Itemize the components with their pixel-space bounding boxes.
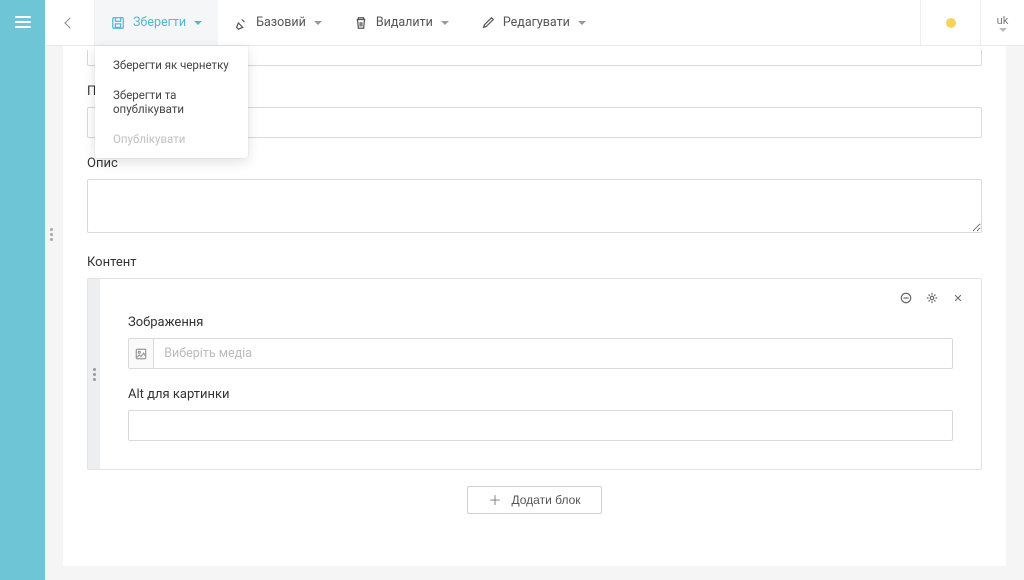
status-indicator[interactable] <box>920 0 980 45</box>
save-label: Зберегти <box>133 15 186 30</box>
field-description: Опис <box>87 156 982 237</box>
inner-add-block-row: ＋ Додати блок <box>87 486 982 514</box>
chevron-down-icon <box>314 21 322 25</box>
add-block-label: Додати блок <box>512 493 581 507</box>
media-input[interactable] <box>153 338 953 369</box>
field-alt: Alt для картинки <box>128 387 953 441</box>
language-code: uk <box>997 14 1009 27</box>
save-dropdown-button[interactable]: Зберегти <box>95 0 218 45</box>
field-content: Контент <box>87 255 982 514</box>
chevron-left-icon <box>64 17 75 28</box>
save-icon <box>111 16 125 30</box>
content-block: Зображення Alt для картинки <box>87 278 982 470</box>
delete-label: Видалити <box>376 15 433 30</box>
block-tools <box>899 291 965 305</box>
image-label: Зображення <box>128 315 953 330</box>
language-switcher[interactable]: uk <box>980 0 1024 45</box>
status-dot-icon <box>946 18 956 28</box>
alt-label: Alt для картинки <box>128 387 953 402</box>
brush-icon <box>234 16 248 30</box>
topbar: Зберегти Базовий Видалити Редагувати <box>45 0 1024 46</box>
toolbar-group: Зберегти Базовий Видалити Редагувати <box>95 0 602 45</box>
edit-dropdown-button[interactable]: Редагувати <box>465 0 602 45</box>
chevron-down-icon <box>999 28 1007 32</box>
left-rail <box>0 0 45 580</box>
description-textarea[interactable] <box>87 179 982 233</box>
media-picker <box>128 338 953 369</box>
block-close-button[interactable] <box>951 291 965 305</box>
save-dropdown-menu: Зберегти як чернетку Зберегти та опублік… <box>95 46 248 158</box>
menu-save-publish[interactable]: Зберегти та опублікувати <box>95 80 248 124</box>
basic-dropdown-button[interactable]: Базовий <box>218 0 338 45</box>
block-body: Зображення Alt для картинки <box>100 279 981 469</box>
block-settings-button[interactable] <box>925 291 939 305</box>
menu-save-draft[interactable]: Зберегти як чернетку <box>95 50 248 80</box>
trash-icon <box>354 16 368 30</box>
chevron-down-icon <box>441 21 449 25</box>
add-block-button-inner[interactable]: ＋ Додати блок <box>467 486 601 514</box>
block-drag-handle[interactable] <box>88 279 100 469</box>
alt-input[interactable] <box>128 410 953 441</box>
chevron-down-icon <box>578 21 586 25</box>
content-label: Контент <box>87 255 982 270</box>
block-collapse-button[interactable] <box>899 291 913 305</box>
delete-dropdown-button[interactable]: Видалити <box>338 0 465 45</box>
back-button[interactable] <box>45 0 95 45</box>
image-icon[interactable] <box>128 338 153 369</box>
pencil-icon <box>481 16 495 30</box>
hamburger-icon[interactable] <box>15 16 31 28</box>
chevron-down-icon <box>194 21 202 25</box>
plus-icon: ＋ <box>488 494 501 507</box>
description-label: Опис <box>87 156 982 171</box>
menu-publish: Опублікувати <box>95 124 248 154</box>
edit-label: Редагувати <box>503 15 570 30</box>
field-image: Зображення <box>128 315 953 369</box>
basic-label: Базовий <box>256 15 306 30</box>
